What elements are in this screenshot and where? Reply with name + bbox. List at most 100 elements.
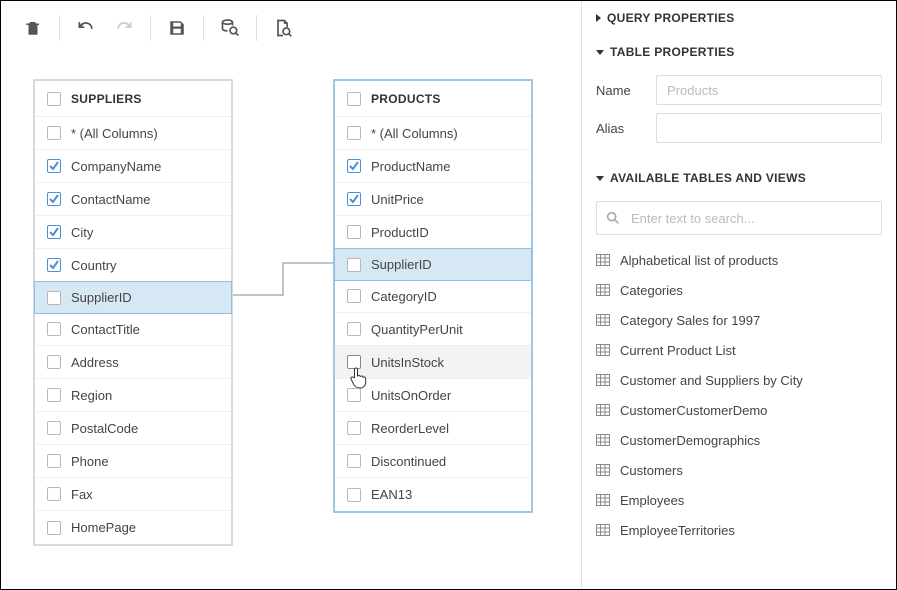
column-row[interactable]: Address [35,346,231,379]
available-table-item[interactable]: CustomerCustomerDemo [596,395,882,425]
available-table-item[interactable]: Categories [596,275,882,305]
column-label: Discontinued [371,454,446,469]
available-tables-list[interactable]: Alphabetical list of productsCategoriesC… [582,245,896,589]
data-preview-button[interactable] [267,12,299,44]
join-connector [233,255,333,315]
available-table-item[interactable]: CustomerDemographics [596,425,882,455]
table-header[interactable]: PRODUCTS [335,81,531,117]
column-checkbox[interactable] [47,454,61,468]
column-label: Country [71,258,117,273]
column-row[interactable]: ReorderLevel [335,412,531,445]
search-input[interactable] [629,210,873,227]
column-row[interactable]: SupplierID [34,281,232,314]
column-row[interactable]: * (All Columns) [335,117,531,150]
query-builder-app: SUPPLIERS* (All Columns)CompanyNameConta… [0,0,897,590]
name-field[interactable] [656,75,882,105]
available-table-item[interactable]: Employees [596,485,882,515]
column-checkbox[interactable] [47,521,61,535]
column-checkbox[interactable] [347,159,361,173]
column-row[interactable]: ContactTitle [35,313,231,346]
column-row[interactable]: Fax [35,478,231,511]
delete-button[interactable] [17,12,49,44]
column-row[interactable]: QuantityPerUnit [335,313,531,346]
available-table-label: Customers [620,463,683,478]
section-title: QUERY PROPERTIES [607,11,735,25]
column-row[interactable]: PostalCode [35,412,231,445]
column-row[interactable]: SupplierID [334,248,532,281]
column-checkbox[interactable] [347,192,361,206]
column-checkbox[interactable] [347,225,361,239]
column-row[interactable]: * (All Columns) [35,117,231,150]
column-checkbox[interactable] [47,192,61,206]
column-checkbox[interactable] [47,291,61,305]
query-properties-header[interactable]: QUERY PROPERTIES [582,1,896,35]
results-preview-button[interactable] [214,12,246,44]
undo-icon [76,18,96,38]
select-all-checkbox[interactable] [347,92,361,106]
column-row[interactable]: UnitsOnOrder [335,379,531,412]
column-row[interactable]: Phone [35,445,231,478]
column-checkbox[interactable] [347,454,361,468]
search-row [582,195,896,245]
column-checkbox[interactable] [47,487,61,501]
diagram-canvas[interactable]: SUPPLIERS* (All Columns)CompanyNameConta… [1,55,581,589]
column-checkbox[interactable] [47,322,61,336]
column-label: SupplierID [71,290,132,305]
table-card-suppliers[interactable]: SUPPLIERS* (All Columns)CompanyNameConta… [33,79,233,546]
column-checkbox[interactable] [47,225,61,239]
undo-button[interactable] [70,12,102,44]
table-icon [596,314,610,326]
column-label: EAN13 [371,487,412,502]
column-row[interactable]: ProductName [335,150,531,183]
column-checkbox[interactable] [347,355,361,369]
table-header[interactable]: SUPPLIERS [35,81,231,117]
column-checkbox[interactable] [47,355,61,369]
select-all-checkbox[interactable] [47,92,61,106]
available-table-item[interactable]: Customer and Suppliers by City [596,365,882,395]
column-row[interactable]: CompanyName [35,150,231,183]
column-row[interactable]: Country [35,249,231,282]
column-row[interactable]: ProductID [335,216,531,249]
column-checkbox[interactable] [347,258,361,272]
save-button[interactable] [161,12,193,44]
column-row[interactable]: Discontinued [335,445,531,478]
column-checkbox[interactable] [347,126,361,140]
alias-field[interactable] [656,113,882,143]
column-row[interactable]: ContactName [35,183,231,216]
available-table-item[interactable]: Category Sales for 1997 [596,305,882,335]
search-box[interactable] [596,201,882,235]
column-checkbox[interactable] [47,126,61,140]
column-checkbox[interactable] [347,421,361,435]
column-row[interactable]: UnitsInStock [335,346,531,379]
column-checkbox[interactable] [347,289,361,303]
column-row[interactable]: Region [35,379,231,412]
table-card-products[interactable]: PRODUCTS* (All Columns)ProductNameUnitPr… [333,79,533,513]
table-icon [596,344,610,356]
available-table-item[interactable]: Customers [596,455,882,485]
column-row[interactable]: City [35,216,231,249]
column-row[interactable]: HomePage [35,511,231,544]
column-checkbox[interactable] [347,388,361,402]
available-table-label: Current Product List [620,343,736,358]
column-checkbox[interactable] [347,488,361,502]
column-checkbox[interactable] [47,421,61,435]
column-checkbox[interactable] [47,258,61,272]
table-properties-header[interactable]: TABLE PROPERTIES [582,35,896,69]
table-title: SUPPLIERS [71,92,142,106]
redo-button[interactable] [108,12,140,44]
column-checkbox[interactable] [47,159,61,173]
column-checkbox[interactable] [47,388,61,402]
available-table-item[interactable]: Current Product List [596,335,882,365]
alias-label: Alias [596,121,656,136]
column-label: Address [71,355,119,370]
column-label: QuantityPerUnit [371,322,463,337]
available-table-item[interactable]: EmployeeTerritories [596,515,882,545]
available-table-item[interactable]: Alphabetical list of products [596,245,882,275]
column-checkbox[interactable] [347,322,361,336]
column-row[interactable]: EAN13 [335,478,531,511]
available-tables-header[interactable]: AVAILABLE TABLES AND VIEWS [582,161,896,195]
column-label: * (All Columns) [71,126,158,141]
chevron-right-icon [596,14,601,22]
column-row[interactable]: UnitPrice [335,183,531,216]
column-row[interactable]: CategoryID [335,280,531,313]
